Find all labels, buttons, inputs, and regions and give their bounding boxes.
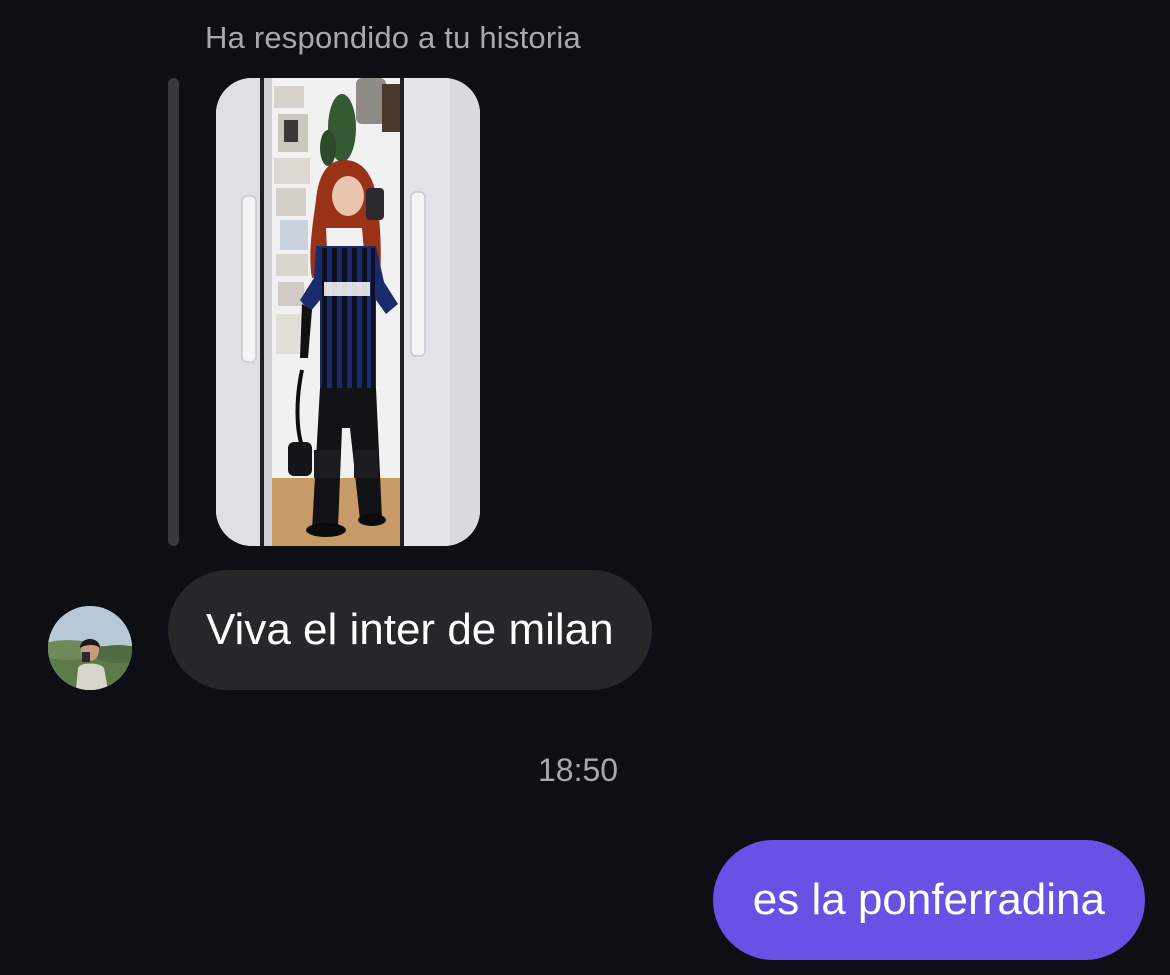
contact-avatar-photo	[48, 606, 132, 690]
incoming-message-bubble[interactable]: Viva el inter de milan	[168, 570, 652, 690]
timestamp-text: 18:50	[538, 752, 619, 788]
story-reply-label: Ha respondido a tu historia	[205, 20, 581, 55]
story-thumbnail[interactable]	[216, 78, 480, 546]
contact-avatar[interactable]	[48, 606, 132, 690]
story-mirror-selfie-image	[216, 78, 480, 546]
outgoing-message-bubble[interactable]: es la ponferradina	[712, 840, 1145, 960]
story-quote-bar	[168, 78, 179, 546]
